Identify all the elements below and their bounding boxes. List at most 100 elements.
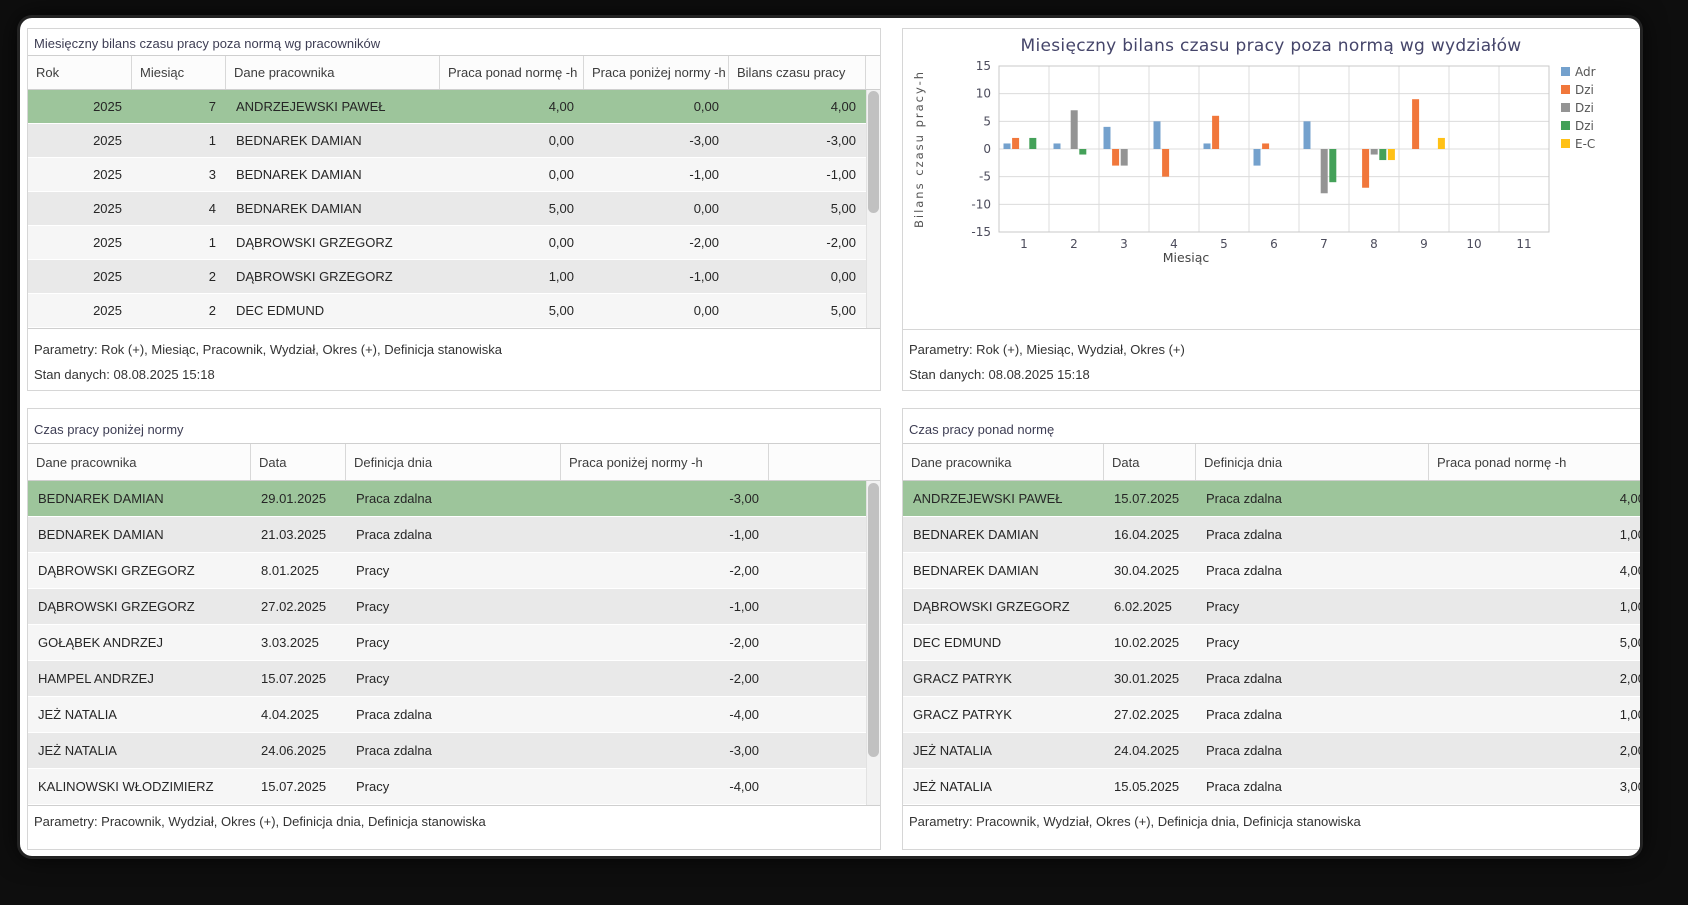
chart-bar[interactable] (1112, 149, 1119, 166)
cell: Praca zdalna (1196, 517, 1429, 552)
chart-bar[interactable] (1371, 149, 1378, 155)
column-header[interactable]: Data (251, 444, 346, 480)
legend-swatch[interactable] (1561, 85, 1570, 94)
cell: 2025 (28, 294, 132, 327)
table-row[interactable]: HAMPEL ANDRZEJ15.07.2025Pracy-2,00 (28, 661, 880, 697)
chart-bar[interactable] (1438, 138, 1445, 149)
table-row[interactable]: GRACZ PATRYK27.02.2025Praca zdalna1,00 (903, 697, 1640, 733)
column-header[interactable]: Dane pracownika (903, 444, 1104, 480)
column-header[interactable]: Dane pracownika (28, 444, 251, 480)
chart-bar[interactable] (1104, 127, 1111, 149)
column-header[interactable]: Definicja dnia (346, 444, 561, 480)
chart-bar[interactable] (1004, 143, 1011, 149)
vertical-scrollbar[interactable] (866, 90, 880, 328)
legend-label[interactable]: E-C (1575, 137, 1595, 151)
table-row[interactable]: JEŻ NATALIA4.04.2025Praca zdalna-4,00 (28, 697, 880, 733)
table-row[interactable]: ANDRZEJEWSKI PAWEŁ15.07.2025Praca zdalna… (903, 481, 1640, 517)
chart-bar[interactable] (1254, 149, 1261, 166)
chart-bar[interactable] (1029, 138, 1036, 149)
table-row[interactable]: DĄBROWSKI GRZEGORZ6.02.2025Pracy1,00 (903, 589, 1640, 625)
dashboard-content: Miesięczny bilans czasu pracy poza normą… (20, 18, 1640, 856)
cell: 0,00 (440, 158, 584, 191)
table-row[interactable]: DEC EDMUND10.02.2025Pracy5,00 (903, 625, 1640, 661)
column-header[interactable]: Praca poniżej normy -h (561, 444, 769, 480)
chart-bar[interactable] (1379, 149, 1386, 160)
cell: Pracy (346, 769, 561, 804)
table-row[interactable]: 20257ANDRZEJEWSKI PAWEŁ4,000,004,00 (28, 90, 880, 124)
cell: 0,00 (729, 260, 866, 293)
chart-bar[interactable] (1329, 149, 1336, 182)
chart-bar[interactable] (1262, 143, 1269, 149)
chart-bar[interactable] (1071, 110, 1078, 149)
chart-title: Miesięczny bilans czasu pracy poza normą… (1021, 36, 1522, 56)
table-row[interactable]: GOŁĄBEK ANDRZEJ3.03.2025Pracy-2,00 (28, 625, 880, 661)
table-row[interactable]: 20254BEDNAREK DAMIAN5,000,005,00 (28, 192, 880, 226)
column-header[interactable]: Praca ponad normę -h (440, 56, 584, 89)
table-row[interactable]: JEŻ NATALIA24.06.2025Praca zdalna-3,00 (28, 733, 880, 769)
scrollbar-thumb[interactable] (868, 483, 879, 757)
legend-swatch[interactable] (1561, 121, 1570, 130)
legend-label[interactable]: Dzi (1575, 119, 1594, 133)
cell-empty (769, 697, 866, 732)
table-row[interactable]: BEDNAREK DAMIAN21.03.2025Praca zdalna-1,… (28, 517, 880, 553)
column-header[interactable]: Praca ponad normę -h (1429, 444, 1640, 480)
table-row[interactable]: KALINOWSKI WŁODZIMIERZ15.07.2025Pracy-4,… (28, 769, 880, 805)
cell: -3,00 (584, 124, 729, 157)
table-row[interactable]: BEDNAREK DAMIAN16.04.2025Praca zdalna1,0… (903, 517, 1640, 553)
legend-label[interactable]: Dzi (1575, 83, 1594, 97)
table-row[interactable]: 20251BEDNAREK DAMIAN0,00-3,00-3,00 (28, 124, 880, 158)
table-row[interactable]: JEŻ NATALIA24.04.2025Praca zdalna2,00 (903, 733, 1640, 769)
chart-bar[interactable] (1362, 149, 1369, 188)
chart-bar[interactable] (1121, 149, 1128, 166)
chart-bar[interactable] (1012, 138, 1019, 149)
legend-swatch[interactable] (1561, 139, 1570, 148)
column-header[interactable]: Praca poniżej normy -h (584, 56, 729, 89)
cell: BEDNAREK DAMIAN (903, 517, 1104, 552)
table-row[interactable]: JEŻ NATALIA15.05.2025Praca zdalna3,00 (903, 769, 1640, 805)
column-header[interactable]: Bilans czasu pracy (729, 56, 866, 89)
vertical-scrollbar[interactable] (866, 481, 880, 805)
y-tick-label: -5 (979, 170, 991, 184)
cell: Pracy (346, 589, 561, 624)
chart-bar[interactable] (1212, 116, 1219, 149)
table-row[interactable]: DĄBROWSKI GRZEGORZ27.02.2025Pracy-1,00 (28, 589, 880, 625)
column-header[interactable]: Definicja dnia (1196, 444, 1429, 480)
legend-swatch[interactable] (1561, 67, 1570, 76)
table-row[interactable]: BEDNAREK DAMIAN30.04.2025Praca zdalna4,0… (903, 553, 1640, 589)
chart-bar[interactable] (1079, 149, 1086, 155)
column-header[interactable]: Rok (28, 56, 132, 89)
chart-bar[interactable] (1321, 149, 1328, 193)
scrollbar-thumb[interactable] (868, 91, 879, 213)
column-header[interactable]: Miesiąc (132, 56, 226, 89)
table-row[interactable]: GRACZ PATRYK30.01.2025Praca zdalna2,00 (903, 661, 1640, 697)
x-tick-label: 4 (1170, 237, 1178, 251)
table-row[interactable]: BEDNAREK DAMIAN29.01.2025Praca zdalna-3,… (28, 481, 880, 517)
table-row[interactable]: DĄBROWSKI GRZEGORZ8.01.2025Pracy-2,00 (28, 553, 880, 589)
table-row[interactable]: 20253BEDNAREK DAMIAN0,00-1,00-1,00 (28, 158, 880, 192)
chart-bar[interactable] (1054, 143, 1061, 149)
chart-bar[interactable] (1412, 99, 1419, 149)
table-row[interactable]: 20252DĄBROWSKI GRZEGORZ1,00-1,000,00 (28, 260, 880, 294)
cell: 4.04.2025 (251, 697, 346, 732)
cell: BEDNAREK DAMIAN (28, 481, 251, 516)
cell: BEDNAREK DAMIAN (226, 124, 440, 157)
legend-label[interactable]: Dzi (1575, 101, 1594, 115)
legend-swatch[interactable] (1561, 103, 1570, 112)
cell: Praca zdalna (1196, 733, 1429, 768)
cell: 7 (132, 90, 226, 123)
cell: -2,00 (584, 226, 729, 259)
cell: Praca zdalna (346, 517, 561, 552)
chart-bar[interactable] (1204, 143, 1211, 149)
table-header-row: Dane pracownikaDataDefinicja dniaPraca p… (903, 444, 1640, 481)
table-row[interactable]: 20252DEC EDMUND5,000,005,00 (28, 294, 880, 328)
balance-bar-chart[interactable]: -15-10-50510151234567891011Miesięczny bi… (903, 29, 1640, 329)
chart-bar[interactable] (1154, 121, 1161, 149)
chart-bar[interactable] (1388, 149, 1395, 160)
column-header[interactable]: Data (1104, 444, 1196, 480)
table-row[interactable]: 20251DĄBROWSKI GRZEGORZ0,00-2,00-2,00 (28, 226, 880, 260)
chart-bar[interactable] (1304, 121, 1311, 149)
legend-label[interactable]: Adr (1575, 65, 1596, 79)
column-header[interactable]: Dane pracownika (226, 56, 440, 89)
chart-bar[interactable] (1162, 149, 1169, 177)
cell: GRACZ PATRYK (903, 661, 1104, 696)
